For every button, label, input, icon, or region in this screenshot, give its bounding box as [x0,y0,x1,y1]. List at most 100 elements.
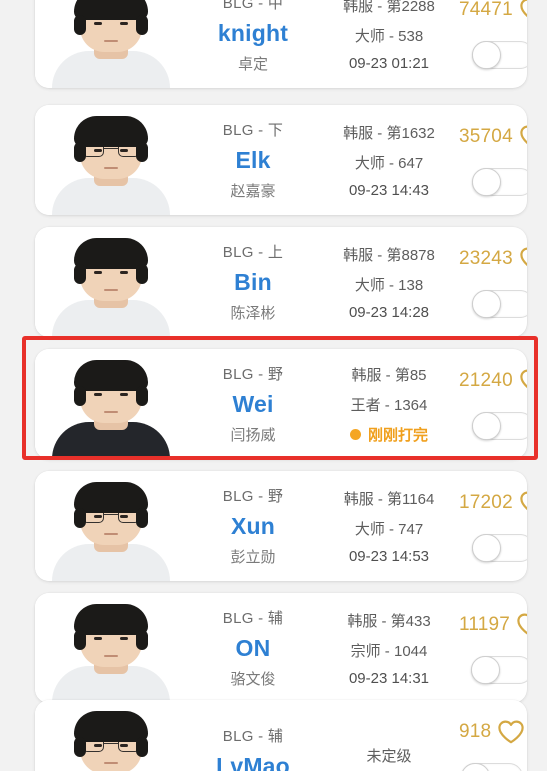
server-rank-label: 韩服 - 第1164 [343,490,435,508]
avatar [35,700,187,771]
server-rank-label: 韩服 - 第433 [347,612,431,630]
avatar [35,349,187,459]
favorite-count: 35704 [459,126,513,147]
tier-label: 大师 - 538 [354,27,424,45]
avatar-hair-right [136,386,148,407]
card-actions: 23243 [459,227,527,337]
toggle-knob[interactable] [471,534,501,562]
team-role-label: BLG - 辅 [222,610,284,627]
avatar [35,593,187,703]
toggle-knob[interactable] [471,168,501,196]
tier-label: 王者 - 1364 [350,396,428,414]
favorite-count: 21240 [459,370,513,391]
team-role-label: BLG - 上 [222,244,284,261]
player-real-name: 陈泽彬 [230,305,276,322]
team-role-label: BLG - 野 [222,488,284,505]
avatar-hair-right [136,508,148,529]
heart-icon[interactable] [519,490,527,516]
favorite-row[interactable]: 35704 [459,124,527,150]
toggle-knob[interactable] [471,290,501,318]
avatar-eye-right [120,637,128,641]
favorite-row[interactable]: 918 [459,719,525,745]
player-card[interactable]: BLG - 野 Wei 闫扬威 韩服 - 第85 王者 - 1364 刚刚打完 21240 [35,349,527,459]
avatar-eye-left [94,22,102,26]
toggle-knob[interactable] [470,656,500,684]
player-card[interactable]: BLG - 野 Xun 彭立勋 韩服 - 第1164 大师 - 747 09-23 14:… [35,471,527,581]
player-card[interactable]: BLG - 中 knight 卓定 韩服 - 第2288 大师 - 538 09-23 0… [35,0,527,88]
follow-toggle[interactable] [471,534,527,562]
heart-icon[interactable] [497,719,525,745]
follow-toggle[interactable] [471,168,527,196]
avatar-eye-left [94,637,102,641]
favorite-row[interactable]: 23243 [459,246,527,272]
rank-info: 韩服 - 第1632 大师 - 647 09-23 14:43 [319,105,459,215]
player-identity: BLG - 野 Wei 闫扬威 [187,349,319,459]
follow-toggle[interactable] [471,290,527,318]
favorite-row[interactable]: 21240 [459,368,527,394]
toggle-knob[interactable] [461,763,491,771]
heart-icon[interactable] [519,246,527,272]
favorite-row[interactable]: 11197 [459,612,527,638]
toggle-knob[interactable] [471,41,501,69]
follow-toggle[interactable] [461,763,524,771]
avatar-mouth [104,761,118,764]
avatar-hair-right [136,142,148,163]
card-actions: 17202 [459,471,527,581]
server-rank-label: 韩服 - 第8878 [343,246,435,264]
heart-icon[interactable] [519,368,527,394]
follow-toggle[interactable] [470,656,527,684]
rank-info: 韩服 - 第433 宗师 - 1044 09-23 14:31 [319,593,459,703]
server-rank-label: 韩服 - 第2288 [343,0,435,15]
player-real-name: 卓定 [237,56,268,73]
favorite-count: 17202 [459,492,513,513]
player-card[interactable]: BLG - 辅 LvMao 未定级 918 [35,700,527,771]
follow-toggle[interactable] [471,412,527,440]
status-label: 刚刚打完 [367,426,428,444]
follow-toggle[interactable] [471,41,527,69]
tier-label: 大师 - 138 [354,276,424,294]
avatar-hair-right [136,15,148,36]
heart-icon[interactable] [519,0,527,23]
avatar-hair [74,360,148,391]
favorite-count: 918 [459,721,492,742]
player-card[interactable]: BLG - 辅 ON 骆文俊 韩服 - 第433 宗师 - 1044 09-23 14:3… [35,593,527,703]
player-card[interactable]: BLG - 下 Elk 赵嘉豪 韩服 - 第1632 大师 - 647 09-23 14:… [35,105,527,215]
player-nickname[interactable]: knight [218,20,288,47]
avatar-mouth [104,532,118,535]
player-nickname[interactable]: Wei [232,391,273,418]
favorite-row[interactable]: 74471 [459,0,527,23]
heart-icon[interactable] [519,124,527,150]
card-actions: 21240 [459,349,527,459]
avatar-hair-right [136,630,148,651]
card-actions: 74471 [459,0,527,88]
avatar-hair-right [136,264,148,285]
avatar-hair-left [74,630,86,651]
player-identity: BLG - 辅 ON 骆文俊 [187,593,319,703]
last-played-time: 09-23 14:53 [348,547,430,565]
rank-info: 韩服 - 第2288 大师 - 538 09-23 01:21 [319,0,459,88]
team-role-label: BLG - 辅 [222,727,284,745]
player-nickname[interactable]: Bin [234,269,272,296]
avatar [35,0,187,88]
avatar-hair-left [74,264,86,285]
player-nickname[interactable]: LvMao [216,753,290,771]
player-card[interactable]: BLG - 上 Bin 陈泽彬 韩服 - 第8878 大师 - 138 09-23 14:… [35,227,527,337]
avatar-hair-left [74,142,86,163]
player-nickname[interactable]: Xun [231,513,275,540]
toggle-knob[interactable] [471,412,501,440]
player-identity: BLG - 辅 LvMao [187,700,319,771]
avatar-hair [74,482,148,513]
rank-info: 未定级 [319,700,459,771]
last-played-time: 09-23 01:21 [348,54,430,72]
avatar-hair-right [136,737,148,758]
favorite-row[interactable]: 17202 [459,490,527,516]
player-identity: BLG - 下 Elk 赵嘉豪 [187,105,319,215]
server-rank-label: 韩服 - 第1632 [343,124,435,142]
player-nickname[interactable]: Elk [235,147,270,174]
favorite-count: 11197 [459,614,511,635]
last-played-time: 09-23 14:28 [348,303,430,321]
player-nickname[interactable]: ON [236,635,271,662]
last-played-time: 09-23 14:31 [348,669,430,687]
avatar-hair [74,116,148,147]
heart-icon[interactable] [516,612,527,638]
